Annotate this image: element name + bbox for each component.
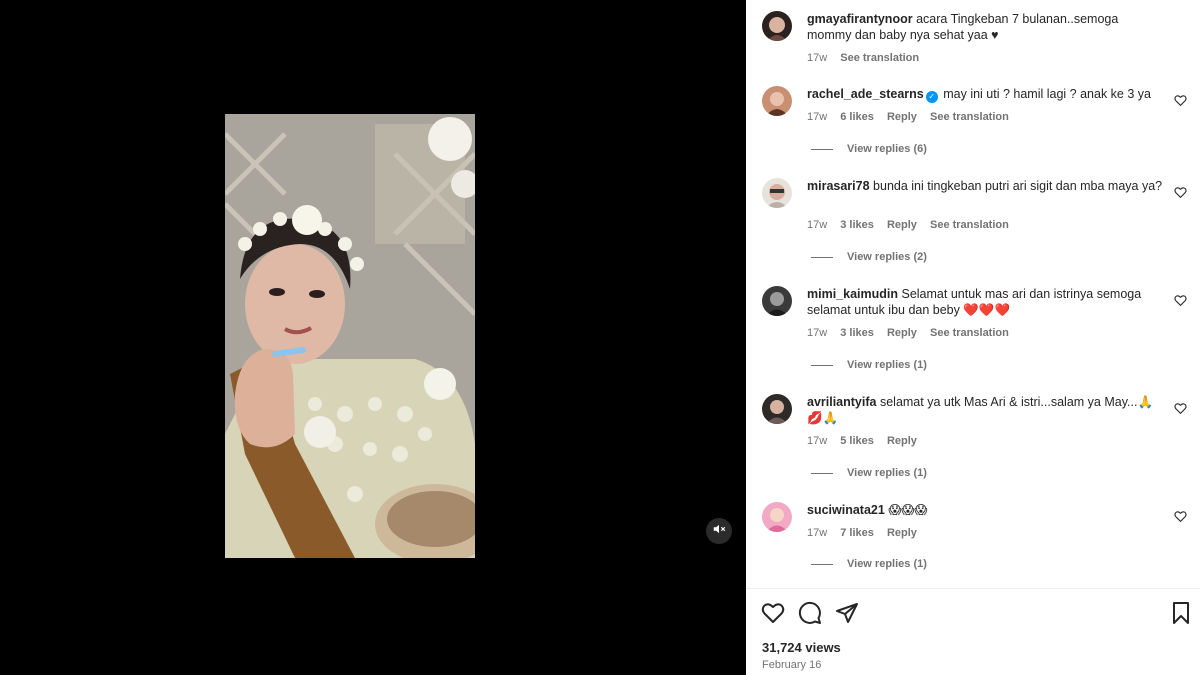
- reply-button[interactable]: Reply: [887, 435, 917, 447]
- view-replies-label: View replies (6): [847, 143, 927, 155]
- comment-meta: 17w See translation: [807, 52, 929, 64]
- comment-likes[interactable]: 3 likes: [840, 327, 874, 339]
- post-actions-bar: 31,724 views February 16: [746, 588, 1200, 675]
- avatar[interactable]: [762, 286, 792, 316]
- media-pane: [0, 0, 746, 675]
- speaker-muted-icon: [712, 522, 726, 541]
- avatar[interactable]: [762, 394, 792, 424]
- comment-time: 17w: [807, 327, 828, 339]
- see-translation-link[interactable]: See translation: [930, 327, 1009, 339]
- see-translation-link[interactable]: See translation: [840, 52, 919, 64]
- see-translation-link[interactable]: See translation: [930, 219, 1009, 231]
- divider-line: [811, 472, 833, 474]
- comment-bubble-icon[interactable]: [798, 601, 822, 625]
- comment-username[interactable]: rachel_ade_stearns: [807, 87, 924, 101]
- reply-button[interactable]: Reply: [887, 327, 917, 339]
- comment-meta: 17w 3 likes Reply See translation: [807, 219, 1019, 231]
- view-replies-button[interactable]: View replies (6): [811, 143, 927, 155]
- comments-list[interactable]: gmayafirantynoor acara Tingkeban 7 bulan…: [746, 0, 1200, 588]
- video-player[interactable]: [225, 114, 475, 558]
- comment-username[interactable]: suciwinata21: [807, 503, 885, 517]
- view-replies-label: View replies (1): [847, 359, 927, 371]
- divider-line: [811, 256, 833, 258]
- avatar[interactable]: [762, 502, 792, 532]
- view-replies-button[interactable]: View replies (1): [811, 467, 927, 479]
- reply-button[interactable]: Reply: [887, 111, 917, 123]
- video-frame-image: [225, 114, 475, 558]
- comment-username[interactable]: avriliantyifa: [807, 395, 876, 409]
- comment-text: may ini uti ? hamil lagi ? anak ke 3 ya: [943, 87, 1151, 101]
- comment-likes[interactable]: 3 likes: [840, 219, 874, 231]
- comment-username[interactable]: gmayafirantynoor: [807, 12, 913, 26]
- divider-line: [811, 364, 833, 366]
- comment-like-heart-icon[interactable]: [1174, 402, 1188, 416]
- comment-likes[interactable]: 6 likes: [840, 111, 874, 123]
- bookmark-icon[interactable]: [1169, 601, 1193, 625]
- comment-time: 17w: [807, 219, 828, 231]
- comment-username[interactable]: mimi_kaimudin: [807, 287, 898, 301]
- avatar[interactable]: [762, 86, 792, 116]
- comment-like-heart-icon[interactable]: [1174, 294, 1188, 308]
- post-date[interactable]: February 16: [762, 659, 821, 671]
- view-replies-label: View replies (2): [847, 251, 927, 263]
- comment-meta: 17w 6 likes Reply See translation: [807, 111, 1019, 123]
- comment-meta: 17w 3 likes Reply See translation: [807, 327, 1019, 339]
- comment-like-heart-icon[interactable]: [1174, 186, 1188, 200]
- comment-time: 17w: [807, 527, 828, 539]
- comment-meta: 17w 7 likes Reply: [807, 527, 927, 539]
- mute-toggle-button[interactable]: [706, 518, 732, 544]
- reply-button[interactable]: Reply: [887, 527, 917, 539]
- verified-badge-icon: ✓: [925, 91, 938, 103]
- heart-icon[interactable]: [761, 601, 785, 625]
- view-count[interactable]: 31,724 views: [762, 640, 841, 655]
- comment-likes[interactable]: 5 likes: [840, 435, 874, 447]
- view-replies-label: View replies (1): [847, 558, 927, 570]
- comment-time: 17w: [807, 52, 828, 64]
- view-replies-button[interactable]: View replies (1): [811, 558, 927, 570]
- view-replies-button[interactable]: View replies (1): [811, 359, 927, 371]
- divider-line: [811, 563, 833, 565]
- comment-like-heart-icon[interactable]: [1174, 94, 1188, 108]
- see-translation-link[interactable]: See translation: [930, 111, 1009, 123]
- comment-time: 17w: [807, 111, 828, 123]
- comment-like-heart-icon[interactable]: [1174, 510, 1188, 524]
- paper-plane-icon[interactable]: [835, 601, 859, 625]
- post-side-panel: gmayafirantynoor acara Tingkeban 7 bulan…: [746, 0, 1200, 675]
- comment-meta: 17w 5 likes Reply: [807, 435, 927, 447]
- comment-likes[interactable]: 7 likes: [840, 527, 874, 539]
- avatar[interactable]: [762, 178, 792, 208]
- divider-line: [811, 148, 833, 150]
- comment-time: 17w: [807, 435, 828, 447]
- comment-username[interactable]: mirasari78: [807, 179, 870, 193]
- comment-text: bunda ini tingkeban putri ari sigit dan …: [873, 179, 1163, 193]
- view-replies-button[interactable]: View replies (2): [811, 251, 927, 263]
- comment-text: 😱😱😱: [888, 503, 928, 517]
- avatar[interactable]: [762, 11, 792, 41]
- reply-button[interactable]: Reply: [887, 219, 917, 231]
- view-replies-label: View replies (1): [847, 467, 927, 479]
